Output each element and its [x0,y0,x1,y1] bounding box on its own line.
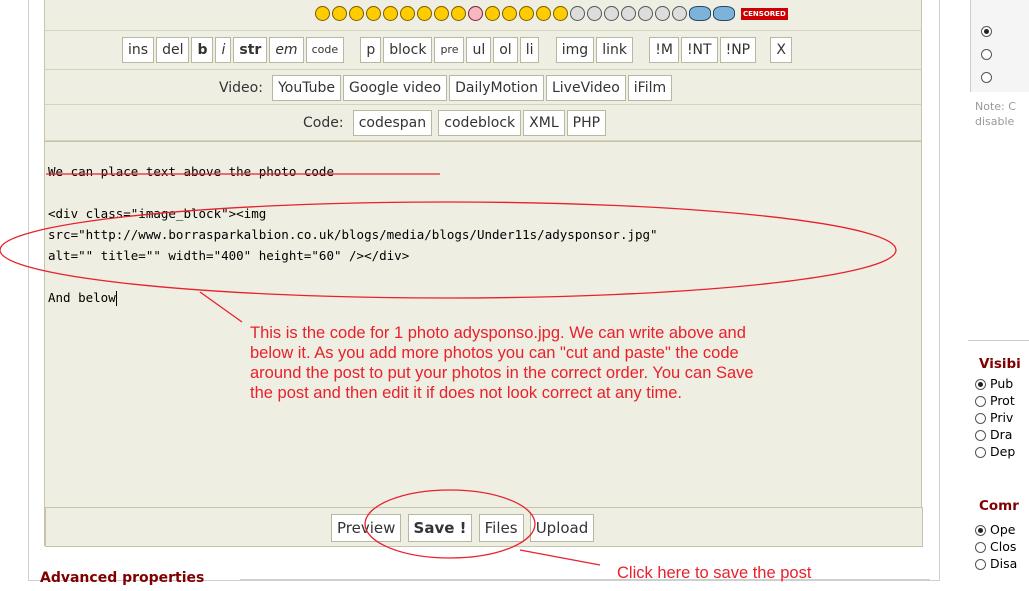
visibility-option-published[interactable]: Pub [975,376,1015,393]
visibility-title: Visibi [979,356,1021,372]
comments-options: Ope Clos Disa [975,522,1017,573]
radio-icon [975,413,986,424]
option-label: Dep [990,444,1016,459]
save-pointer-line [519,549,601,566]
option-label: Disa [990,556,1018,571]
sidebar-radio-3[interactable] [981,72,992,83]
right-sidebar: Note: C disable Visibi Pub Prot Priv Dra… [965,0,1029,591]
comments-option-disabled[interactable]: Disa [975,556,1017,573]
option-label: Priv [990,410,1014,425]
sidebar-option-box [970,0,1029,92]
visibility-option-deprecated[interactable]: Dep [975,444,1015,461]
sidebar-radio-2[interactable] [981,49,992,60]
sidebar-divider [968,340,1029,341]
visibility-option-protected[interactable]: Prot [975,393,1015,410]
radio-icon [975,379,986,390]
option-label: Ope [990,522,1016,537]
visibility-options: Pub Prot Priv Dra Dep [975,376,1015,461]
option-label: Dra [990,427,1013,442]
radio-icon [975,430,986,441]
save-highlight-ellipse [364,489,536,559]
radio-icon [975,525,986,536]
sidebar-note: Note: C [975,100,1016,113]
comments-title: Comr [979,498,1019,514]
radio-icon [975,559,986,570]
option-label: Prot [990,393,1015,408]
option-label: Clos [990,539,1017,554]
option-label: Pub [990,376,1014,391]
comments-option-closed[interactable]: Clos [975,539,1017,556]
sidebar-radio-1[interactable] [981,26,992,37]
radio-icon [975,396,986,407]
code-highlight-ellipse [0,201,897,299]
radio-icon [975,447,986,458]
radio-icon [975,542,986,553]
visibility-option-private[interactable]: Priv [975,410,1015,427]
visibility-option-draft[interactable]: Dra [975,427,1015,444]
comments-option-open[interactable]: Ope [975,522,1017,539]
annotation-overlay [0,173,897,566]
note-pointer-line [199,291,243,323]
sidebar-note-2: disable [975,115,1015,128]
